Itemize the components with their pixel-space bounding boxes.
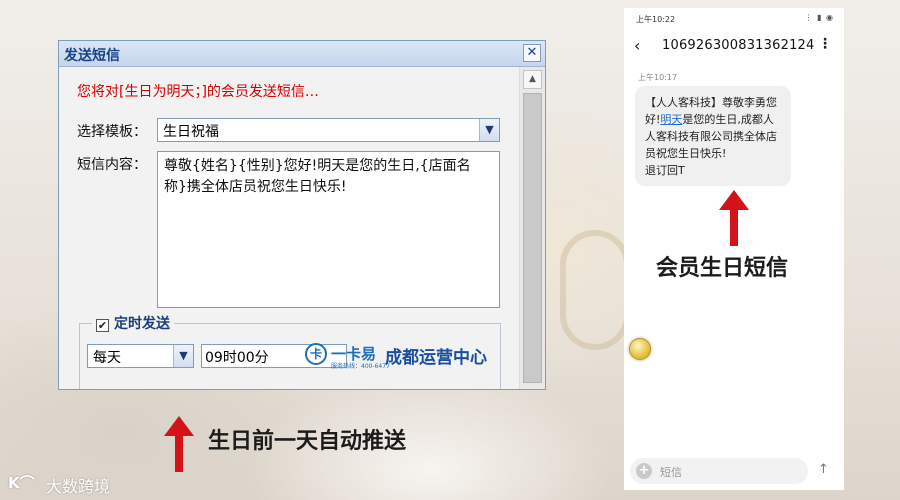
- watermark-logo-icon: 卡: [305, 343, 327, 365]
- content-label: 短信内容：: [77, 157, 147, 173]
- chevron-down-icon[interactable]: ▼: [479, 119, 499, 141]
- message-input[interactable]: + 短信: [630, 458, 808, 484]
- schedule-checkbox[interactable]: ✔: [96, 319, 109, 332]
- caption-auto-push: 生日前一天自动推送: [208, 429, 407, 454]
- status-time: 上午10:22: [636, 15, 676, 24]
- frequency-select-value: 每天: [93, 350, 121, 366]
- message-bubble: 【人人客科技】尊敬李勇您好!明天是您的生日,成都人人客科技有限公司携全体店员祝您…: [635, 86, 791, 186]
- sms-content-textarea[interactable]: 尊敬{姓名}{性别}您好!明天是您的生日,{店面名称}携全体店员祝您生日快乐!: [157, 151, 500, 308]
- frequency-select[interactable]: 每天 ▼: [87, 344, 194, 368]
- dialog-titlebar: 发送短信 ✕: [59, 41, 545, 67]
- caption-member-birthday-sms: 会员生日短信: [656, 256, 789, 281]
- close-icon: ✕: [526, 45, 538, 60]
- sender-number: 106926300831362124: [662, 38, 815, 53]
- watermark: 卡 一卡易 服务热线：400-6477 成都运营中心: [305, 341, 495, 371]
- watermark-hotline: 服务热线：400-6477: [331, 363, 390, 370]
- schedule-legend: ✔ 定时发送: [92, 313, 174, 333]
- floating-assistant-icon[interactable]: [629, 338, 651, 360]
- message-timestamp: 上午10:17: [638, 73, 678, 82]
- template-select-value: 生日祝福: [163, 124, 219, 140]
- plus-icon[interactable]: +: [636, 463, 652, 479]
- template-select[interactable]: 生日祝福 ▼: [157, 118, 500, 142]
- back-arrow-icon[interactable]: ‹: [634, 36, 640, 55]
- arrow-up-icon: [164, 416, 194, 472]
- send-sms-dialog: 发送短信 ✕ 您将对[生日为明天；]的会员发送短信… 选择模板： 生日祝福 ▼ …: [58, 40, 546, 390]
- dialog-title: 发送短信: [64, 48, 120, 64]
- watermark-region: 成都运营中心: [385, 348, 487, 368]
- background-decoration: [560, 230, 630, 350]
- recipient-notice: 您将对[生日为明天；]的会员发送短信…: [77, 84, 319, 100]
- logo-text: 大数跨境: [46, 477, 111, 496]
- close-button[interactable]: ✕: [523, 44, 541, 62]
- scrollbar-thumb[interactable]: [523, 93, 542, 383]
- conversation-header: ‹ 106926300831362124 ⋮: [624, 34, 844, 62]
- template-label: 选择模板：: [77, 124, 147, 140]
- send-arrow-icon[interactable]: ↑: [818, 462, 829, 477]
- chevron-down-icon[interactable]: ▼: [173, 345, 193, 367]
- more-vertical-icon[interactable]: ⋮: [818, 36, 832, 52]
- schedule-label: 定时发送: [114, 316, 170, 332]
- status-icons: ⋮ ▮ ◉: [804, 13, 834, 22]
- send-time-value: 09时00分: [205, 350, 269, 366]
- message-input-placeholder: 短信: [660, 466, 682, 479]
- status-bar: 上午10:22 ⋮ ▮ ◉: [624, 8, 844, 30]
- phone-sms-screen: 上午10:22 ⋮ ▮ ◉ ‹ 106926300831362124 ⋮ 上午1…: [624, 8, 844, 490]
- scroll-up-icon[interactable]: ▲: [523, 70, 542, 89]
- logo-mark-icon: K⌒: [8, 474, 35, 492]
- arrow-up-icon: [719, 190, 749, 246]
- message-date-link[interactable]: 明天: [660, 113, 682, 126]
- dialog-scrollbar[interactable]: ▲: [519, 67, 545, 389]
